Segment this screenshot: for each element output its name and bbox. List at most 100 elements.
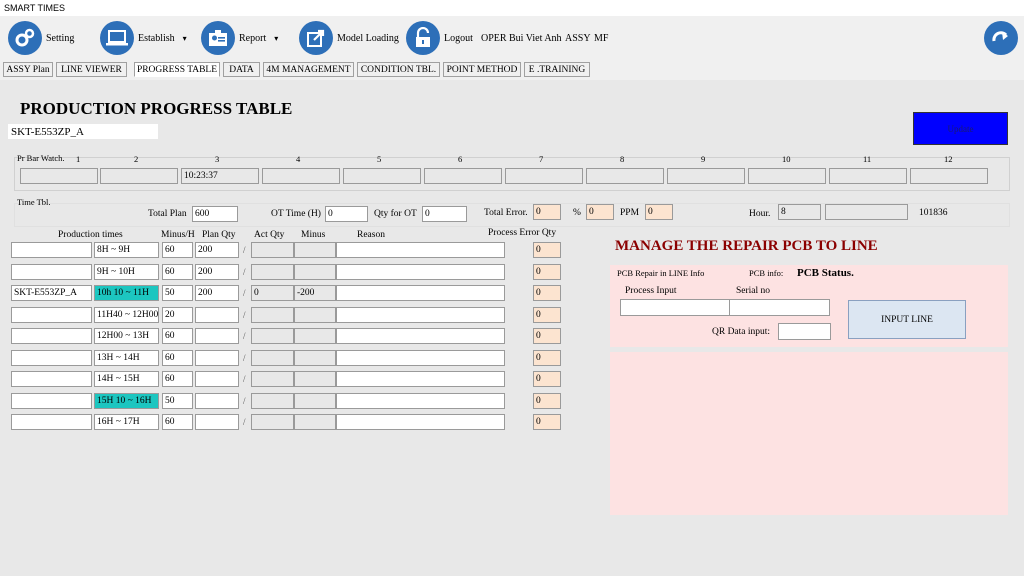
total-error-field[interactable]: 0 (533, 204, 561, 220)
row-plan-qty-field[interactable] (195, 350, 239, 366)
hour-extra-field[interactable] (825, 204, 908, 220)
setting-button[interactable]: Setting (8, 19, 74, 57)
refresh-button[interactable] (984, 19, 1018, 57)
ppm-field[interactable]: 0 (645, 204, 673, 220)
tab-assy-plan[interactable]: ASSY Plan (3, 62, 53, 77)
row-model-field[interactable] (11, 264, 92, 280)
watch-field-5[interactable] (343, 168, 421, 184)
row-reason-field[interactable] (336, 242, 505, 258)
row-minus-h-field[interactable]: 60 (162, 350, 193, 366)
qty-ot-field[interactable]: 0 (422, 206, 467, 222)
row-minus-field[interactable] (294, 414, 336, 430)
report-dropdown-icon[interactable]: ▾ (274, 34, 278, 43)
watch-field-12[interactable] (910, 168, 988, 184)
row-error-qty-field[interactable]: 0 (533, 393, 561, 409)
row-minus-h-field[interactable]: 60 (162, 371, 193, 387)
row-error-qty-field[interactable]: 0 (533, 307, 561, 323)
row-error-qty-field[interactable]: 0 (533, 371, 561, 387)
tab-point-method[interactable]: POINT METHOD (443, 62, 521, 77)
row-minus-field[interactable] (294, 242, 336, 258)
row-plan-qty-field[interactable]: 200 (195, 285, 239, 301)
row-minus-field[interactable] (294, 350, 336, 366)
row-minus-field[interactable]: -200 (294, 285, 336, 301)
row-plan-qty-field[interactable] (195, 371, 239, 387)
watch-field-9[interactable] (667, 168, 745, 184)
row-act-qty-field[interactable] (251, 242, 294, 258)
row-minus-field[interactable] (294, 307, 336, 323)
row-minus-field[interactable] (294, 328, 336, 344)
establish-dropdown-icon[interactable]: ▾ (183, 34, 187, 43)
row-model-field[interactable] (11, 350, 92, 366)
row-model-field[interactable] (11, 414, 92, 430)
row-minus-h-field[interactable]: 20 (162, 307, 193, 323)
row-model-field[interactable] (11, 328, 92, 344)
row-minus-field[interactable] (294, 371, 336, 387)
ot-time-field[interactable]: 0 (325, 206, 368, 222)
row-reason-field[interactable] (336, 414, 505, 430)
qr-data-input[interactable] (778, 323, 831, 340)
establish-button[interactable]: Establish ▾ (100, 19, 187, 57)
tab-e-training[interactable]: E .TRAINING (524, 62, 590, 77)
model-name-field[interactable]: SKT-E553ZP_A (8, 124, 158, 139)
row-minus-h-field[interactable]: 60 (162, 414, 193, 430)
row-act-qty-field[interactable] (251, 371, 294, 387)
row-reason-field[interactable] (336, 371, 505, 387)
row-minus-field[interactable] (294, 393, 336, 409)
input-line-button[interactable]: INPUT LINE (848, 300, 966, 339)
row-reason-field[interactable] (336, 285, 505, 301)
row-minus-h-field[interactable]: 60 (162, 328, 193, 344)
watch-field-2[interactable] (100, 168, 178, 184)
row-act-qty-field[interactable]: 0 (251, 285, 294, 301)
row-plan-qty-field[interactable] (195, 307, 239, 323)
row-error-qty-field[interactable]: 0 (533, 264, 561, 280)
row-reason-field[interactable] (336, 307, 505, 323)
row-model-field[interactable] (11, 242, 92, 258)
row-error-qty-field[interactable]: 0 (533, 242, 561, 258)
row-act-qty-field[interactable] (251, 350, 294, 366)
row-error-qty-field[interactable]: 0 (533, 328, 561, 344)
row-plan-qty-field[interactable] (195, 328, 239, 344)
row-model-field[interactable] (11, 371, 92, 387)
row-minus-h-field[interactable]: 60 (162, 264, 193, 280)
watch-field-10[interactable] (748, 168, 826, 184)
row-plan-qty-field[interactable]: 200 (195, 242, 239, 258)
row-plan-qty-field[interactable]: 200 (195, 264, 239, 280)
watch-field-7[interactable] (505, 168, 583, 184)
row-reason-field[interactable] (336, 393, 505, 409)
percent-field[interactable]: 0 (586, 204, 614, 220)
watch-field-3[interactable]: 10:23:37 (181, 168, 259, 184)
row-minus-field[interactable] (294, 264, 336, 280)
process-input-field[interactable] (620, 299, 730, 316)
row-plan-qty-field[interactable] (195, 414, 239, 430)
watch-field-1[interactable] (20, 168, 98, 184)
watch-field-8[interactable] (586, 168, 664, 184)
serial-no-field[interactable] (729, 299, 830, 316)
row-act-qty-field[interactable] (251, 328, 294, 344)
tab-condition-tbl[interactable]: CONDITION TBL. (357, 62, 440, 77)
update-button[interactable]: Update (913, 112, 1008, 145)
row-minus-h-field[interactable]: 60 (162, 242, 193, 258)
watch-field-4[interactable] (262, 168, 340, 184)
row-model-field[interactable] (11, 393, 92, 409)
row-error-qty-field[interactable]: 0 (533, 414, 561, 430)
row-reason-field[interactable] (336, 328, 505, 344)
row-act-qty-field[interactable] (251, 264, 294, 280)
row-error-qty-field[interactable]: 0 (533, 285, 561, 301)
row-model-field[interactable]: SKT-E553ZP_A (11, 285, 92, 301)
watch-field-11[interactable] (829, 168, 907, 184)
row-plan-qty-field[interactable] (195, 393, 239, 409)
row-reason-field[interactable] (336, 264, 505, 280)
total-plan-field[interactable]: 600 (192, 206, 238, 222)
report-button[interactable]: Report ▾ (201, 19, 278, 57)
row-act-qty-field[interactable] (251, 393, 294, 409)
row-minus-h-field[interactable]: 50 (162, 393, 193, 409)
hour-field[interactable]: 8 (778, 204, 821, 220)
tab-4m-management[interactable]: 4M MANAGEMENT (263, 62, 354, 77)
row-model-field[interactable] (11, 307, 92, 323)
tab-progress-table[interactable]: PROGRESS TABLE (134, 62, 220, 77)
row-error-qty-field[interactable]: 0 (533, 350, 561, 366)
logout-button[interactable]: Logout (406, 19, 473, 57)
watch-field-6[interactable] (424, 168, 502, 184)
tab-line-viewer[interactable]: LINE VIEWER (56, 62, 127, 77)
row-minus-h-field[interactable]: 50 (162, 285, 193, 301)
